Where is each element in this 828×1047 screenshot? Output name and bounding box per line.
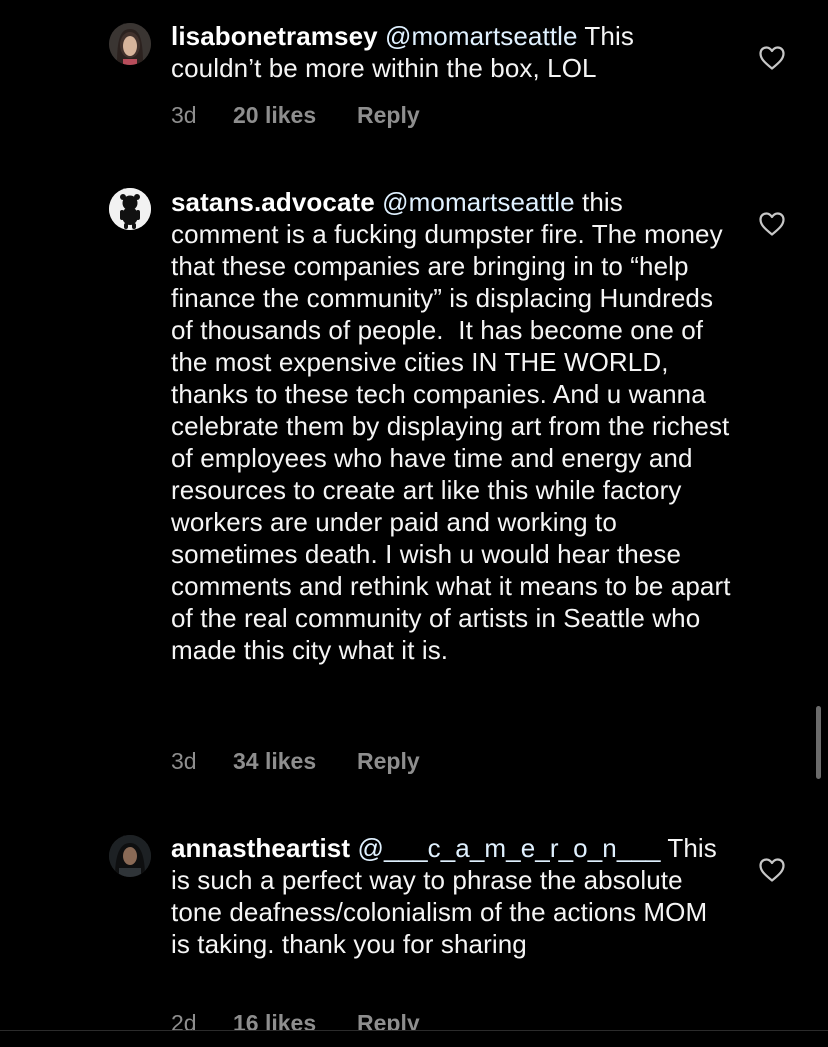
username[interactable]: annastheartist (171, 833, 350, 863)
mention-link[interactable]: @momartseattle (385, 21, 578, 51)
heart-icon[interactable] (758, 211, 786, 237)
avatar-photo (109, 188, 151, 230)
reply-button[interactable]: Reply (357, 748, 420, 775)
avatar-photo (109, 23, 151, 65)
scrollbar[interactable] (816, 706, 821, 779)
comment-text: satans.advocate @momartseattle this comm… (171, 186, 731, 666)
username[interactable]: satans.advocate (171, 187, 375, 217)
avatar[interactable] (109, 23, 151, 65)
avatar[interactable] (109, 835, 151, 877)
avatar[interactable] (109, 188, 151, 230)
likes-count[interactable]: 34 likes (233, 748, 357, 775)
mention-link[interactable]: @momartseattle (382, 187, 575, 217)
comment-meta: 3d 20 likes Reply (171, 102, 420, 129)
username[interactable]: lisabonetramsey (171, 21, 378, 51)
comment-text: lisabonetramsey @momartseattle This coul… (171, 20, 731, 84)
heart-icon[interactable] (758, 857, 786, 883)
avatar-photo (109, 835, 151, 877)
timestamp: 3d (171, 102, 197, 128)
bottom-mask (0, 1031, 828, 1047)
timestamp: 3d (171, 748, 197, 774)
mention-link[interactable]: @___c_a_m_e_r_o_n___ (357, 833, 660, 863)
reply-button[interactable]: Reply (357, 102, 420, 129)
comment-body: this comment is a fucking dumpster fire.… (171, 187, 738, 665)
comment-text: annastheartist @___c_a_m_e_r_o_n___ This… (171, 832, 731, 960)
likes-count[interactable]: 20 likes (233, 102, 357, 129)
heart-icon[interactable] (758, 45, 786, 71)
comment-meta: 3d 34 likes Reply (171, 748, 420, 775)
